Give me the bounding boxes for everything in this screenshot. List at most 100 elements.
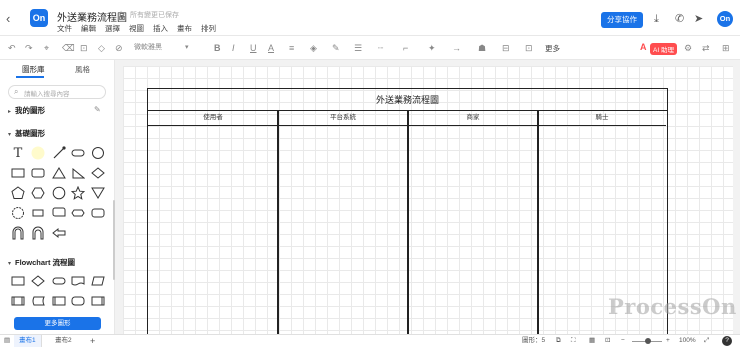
rounded-rectangle-shape[interactable] (70, 146, 86, 160)
zoom-out-icon[interactable]: − (621, 335, 625, 347)
pages-icon[interactable]: ▤ (4, 335, 10, 347)
hexagon-shape[interactable] (30, 186, 46, 200)
menu-insert[interactable]: 插入 (153, 23, 168, 34)
phone-icon[interactable]: ✆ (675, 12, 684, 26)
fill-icon[interactable]: ◇ (98, 42, 105, 54)
italic-icon[interactable]: I (232, 42, 235, 54)
menu-file[interactable]: 文件 (57, 23, 72, 34)
ai-assistant-button[interactable]: AI 助理 (650, 43, 677, 55)
style-icon[interactable]: ⊡ (80, 42, 88, 54)
zoom-in-icon[interactable]: + (666, 335, 670, 347)
section-my-shapes[interactable]: ▸ 我的圖形 (8, 105, 45, 116)
star-shape[interactable] (70, 186, 86, 200)
line-color-icon[interactable]: ✎ (332, 42, 340, 54)
tab-shape-library[interactable]: 圖形庫 (22, 64, 45, 75)
menu-select[interactable]: 選擇 (105, 23, 120, 34)
menu-canvas[interactable]: 畫布 (177, 23, 192, 34)
rounded-square-shape[interactable] (90, 206, 106, 220)
map-icon[interactable]: ▦ (589, 335, 595, 347)
arrange-icon[interactable]: ☗ (478, 42, 486, 54)
right-triangle-shape[interactable] (70, 166, 86, 180)
connector-icon[interactable]: ⌐ (403, 42, 408, 54)
grid-icon[interactable]: ⊞ (722, 42, 730, 54)
internal-storage-shape[interactable] (51, 294, 67, 308)
document-shape[interactable] (70, 274, 86, 288)
font-size-select[interactable]: ▾ (185, 42, 189, 54)
lane-header-merchant[interactable]: 商家 (408, 111, 538, 126)
undo-icon[interactable]: ↶ (8, 42, 16, 54)
section-flowchart[interactable]: ▾ Flowchart 流程圖 (8, 257, 75, 268)
arch-shape[interactable] (10, 226, 26, 240)
arrow-start-icon[interactable]: ✦ (428, 42, 436, 54)
lane-header-user[interactable]: 使用者 (148, 111, 278, 126)
database-shape[interactable] (70, 294, 86, 308)
font-color-icon[interactable]: A (268, 42, 274, 54)
fit-icon[interactable]: ⊡ (605, 335, 610, 347)
edit-icon[interactable]: ✎ (94, 105, 101, 114)
align-objects-icon[interactable]: ⊟ (502, 42, 510, 54)
redo-icon[interactable]: ↷ (25, 42, 33, 54)
swimlane-pool[interactable]: 外送業務流程圖 使用者 平台系統 商家 騎士 (147, 88, 668, 334)
format-painter-icon[interactable]: ⌖ (44, 42, 49, 54)
shape-search-input[interactable]: ⌕ 請輸入搜尋內容 (8, 85, 106, 99)
inverted-triangle-shape[interactable] (90, 186, 106, 200)
process-shape[interactable] (10, 274, 26, 288)
pentagon-shape[interactable] (10, 186, 26, 200)
settings-icon[interactable]: ⚙ (684, 42, 692, 54)
expand-icon[interactable]: ⤢ (704, 335, 709, 347)
circle-shape[interactable] (90, 146, 106, 160)
more-shapes-button[interactable]: 更多圖形 (14, 317, 101, 330)
rectangle-shape[interactable] (10, 166, 26, 180)
ai-icon[interactable]: A (640, 42, 647, 52)
bold-icon[interactable]: B (214, 42, 221, 54)
fullscreen-icon[interactable]: ⛶ (571, 335, 576, 347)
more-button[interactable]: 更多 (545, 43, 560, 54)
lane-header-rider[interactable]: 騎士 (538, 111, 666, 126)
section-basic-shapes[interactable]: ▾ 基礎圖形 (8, 128, 45, 139)
data-shape[interactable] (90, 274, 106, 288)
zoom-level[interactable]: 100% (679, 335, 696, 347)
text-shape[interactable]: T (10, 146, 26, 161)
left-arrow-shape[interactable] (51, 226, 67, 240)
lock-icon[interactable]: ⊡ (525, 42, 533, 54)
line-style-icon[interactable]: ┈ (378, 42, 383, 54)
lane-header-platform[interactable]: 平台系統 (278, 111, 408, 126)
page-tab-1[interactable]: 畫布1 (14, 335, 42, 347)
line-shape[interactable] (51, 146, 67, 160)
tab-style[interactable]: 風格 (75, 64, 90, 75)
terminator-shape[interactable] (51, 274, 67, 288)
stored-data-shape[interactable] (30, 294, 46, 308)
layers-icon[interactable]: ⧉ (556, 335, 561, 347)
callout-shape[interactable] (30, 206, 46, 220)
send-icon[interactable]: ➤ (694, 12, 703, 26)
menu-arrange[interactable]: 排列 (201, 23, 216, 34)
cloud-shape[interactable] (70, 206, 86, 220)
triangle-shape[interactable] (51, 166, 67, 180)
swimlane-title[interactable]: 外送業務流程圖 (148, 89, 667, 111)
help-icon[interactable]: ? (722, 336, 732, 346)
app-logo[interactable]: On (30, 9, 48, 27)
display-shape[interactable] (90, 294, 106, 308)
decision-shape[interactable] (30, 274, 46, 288)
octagon-shape[interactable] (51, 186, 67, 200)
gear-shape[interactable] (10, 206, 26, 220)
canvas-grid[interactable]: 外送業務流程圖 使用者 平台系統 商家 騎士 ProcessOn (123, 66, 736, 334)
page-tab-2[interactable]: 畫布2 (50, 335, 77, 347)
arrow-end-icon[interactable]: → (452, 42, 461, 54)
back-icon[interactable]: ‹ (6, 12, 18, 26)
sticky-note-shape[interactable] (30, 146, 46, 160)
star-icon[interactable]: ☆ (117, 9, 125, 20)
font-select[interactable]: 微軟雅黑 (134, 42, 162, 54)
rounded-rect-shape[interactable] (30, 166, 46, 180)
fill-color-icon[interactable]: ◈ (310, 42, 317, 54)
menu-view[interactable]: 視圖 (129, 23, 144, 34)
avatar[interactable]: On (717, 11, 733, 27)
diamond-shape[interactable] (90, 166, 106, 180)
link-icon[interactable]: ⊘ (115, 42, 123, 54)
predefined-process-shape[interactable] (10, 294, 26, 308)
add-page-button[interactable]: + (90, 335, 95, 347)
align-icon[interactable]: ≡ (289, 42, 294, 54)
menu-edit[interactable]: 編輯 (81, 23, 96, 34)
speech-bubble-shape[interactable] (51, 206, 67, 220)
clear-format-icon[interactable]: ⌫ (62, 42, 75, 54)
